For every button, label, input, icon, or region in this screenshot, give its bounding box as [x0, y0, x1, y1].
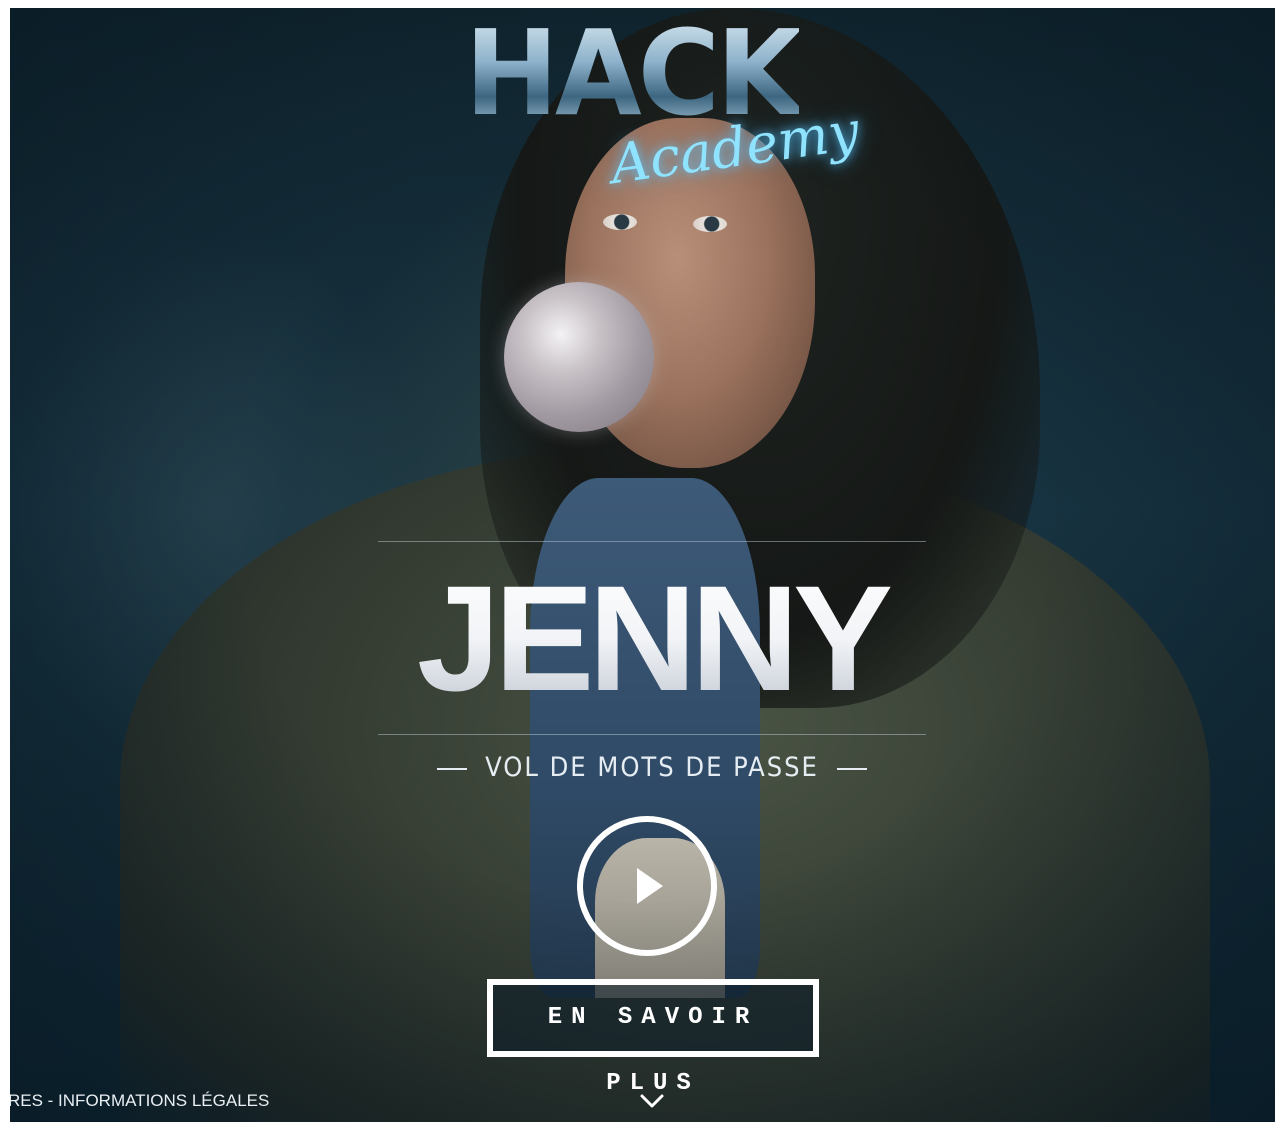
site-logo[interactable]: HACK Academy: [10, 14, 1275, 196]
footer-legal-links[interactable]: RES - INFORMATIONS LÉGALES: [10, 1091, 269, 1111]
scroll-down-button[interactable]: [639, 1090, 665, 1112]
learn-more-button[interactable]: EN SAVOIR PLUS: [487, 979, 819, 1097]
play-video-button[interactable]: [577, 816, 717, 956]
title-top-rule: [378, 541, 926, 542]
hero-topic-text: VOL DE MOTS DE PASSE: [485, 752, 819, 783]
hero-topic: VOL DE MOTS DE PASSE: [378, 748, 926, 788]
play-icon: [637, 868, 663, 904]
hero-name: JENNY: [378, 548, 926, 728]
dash-right: [836, 767, 867, 770]
chevron-down-icon: [640, 1094, 664, 1108]
title-bottom-rule: [378, 734, 926, 735]
hero-section: HACK Academy JENNY VOL DE MOTS DE PASSE …: [10, 8, 1275, 1122]
dash-left: [437, 767, 468, 770]
